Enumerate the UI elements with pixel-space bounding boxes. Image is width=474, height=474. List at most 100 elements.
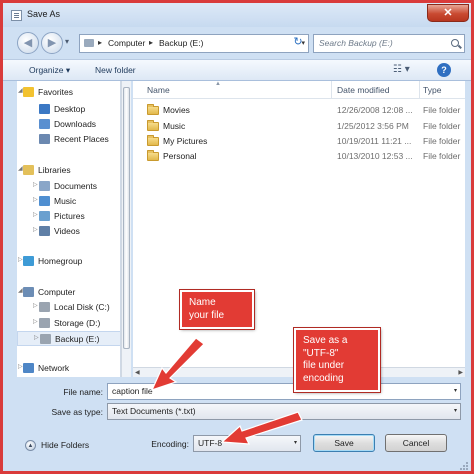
- column-divider[interactable]: [331, 81, 332, 99]
- column-divider[interactable]: [419, 81, 420, 99]
- sidebar-item-label: Downloads: [54, 119, 97, 129]
- sidebar-item-music[interactable]: ▷ Music: [17, 194, 120, 209]
- sidebar-item-documents[interactable]: ▷ Documents: [17, 179, 120, 194]
- sidebar-item-label: Documents: [54, 181, 97, 191]
- navigation-pane-scrollbar[interactable]: [121, 81, 131, 377]
- expander-icon[interactable]: ▷: [33, 181, 38, 188]
- scroll-right-icon[interactable]: ▶: [458, 369, 463, 376]
- command-toolbar: Organize ▾ New folder ☷ ▾ ?: [3, 59, 471, 81]
- sidebar-item-label: Storage (D:): [54, 318, 101, 328]
- storage-drive-icon: [39, 318, 50, 328]
- breadcrumb-separator[interactable]: ▸: [149, 38, 153, 47]
- search-icon[interactable]: [451, 39, 459, 47]
- sidebar-item-videos[interactable]: ▷ Videos: [17, 224, 120, 239]
- sidebar-item-pictures[interactable]: ▷ Pictures: [17, 209, 120, 224]
- breadcrumb-separator[interactable]: ▸: [98, 38, 102, 47]
- sidebar-item-downloads[interactable]: Downloads: [17, 117, 120, 132]
- sidebar-item-favorites[interactable]: ◢ Favorites: [17, 85, 120, 100]
- documents-icon: [39, 181, 50, 191]
- file-name-input[interactable]: caption file ▾: [107, 383, 461, 400]
- expander-icon[interactable]: ▷: [33, 196, 38, 203]
- save-as-type-value: Text Documents (*.txt): [112, 406, 196, 416]
- file-row[interactable]: Movies 12/26/2008 12:08 ... File folder: [133, 103, 465, 118]
- sidebar-item-homegroup[interactable]: ▷ Homegroup: [17, 254, 120, 269]
- sidebar-item-desktop[interactable]: Desktop: [17, 102, 120, 117]
- back-button[interactable]: ◀: [17, 32, 39, 54]
- file-row[interactable]: Personal 10/13/2010 12:53 ... File folde…: [133, 149, 465, 164]
- encoding-dropdown-icon[interactable]: ▾: [294, 439, 297, 446]
- homegroup-icon: [23, 256, 34, 266]
- navigation-bar: ◀ ▶ ▾ ▸ Computer ▸ Backup (E:) ▾ ↻ Searc…: [3, 29, 471, 59]
- sort-ascending-icon: ▲: [215, 81, 221, 87]
- column-header-type[interactable]: Type: [423, 85, 441, 95]
- folder-icon: [147, 120, 159, 131]
- breadcrumb-computer[interactable]: Computer: [108, 38, 145, 48]
- sidebar-item-network[interactable]: ▷ Network: [17, 361, 120, 376]
- file-name: My Pictures: [163, 136, 208, 146]
- column-header-name[interactable]: Name: [147, 85, 170, 95]
- sidebar-item-libraries[interactable]: ◢ Libraries: [17, 163, 120, 178]
- expander-icon[interactable]: ▷: [18, 363, 23, 370]
- refresh-button[interactable]: ↻: [290, 35, 306, 51]
- expander-icon[interactable]: ▷: [33, 302, 38, 309]
- expander-icon[interactable]: ▷: [33, 211, 38, 218]
- search-input[interactable]: Search Backup (E:): [313, 34, 465, 53]
- organize-button[interactable]: Organize ▾: [29, 65, 70, 76]
- expander-icon[interactable]: ▷: [33, 226, 38, 233]
- expander-icon[interactable]: ◢: [18, 165, 23, 172]
- scroll-left-icon[interactable]: ◀: [135, 369, 140, 376]
- file-row[interactable]: My Pictures 10/19/2011 11:21 ... File fo…: [133, 134, 465, 149]
- sidebar-item-storage-d[interactable]: ▷ Storage (D:): [17, 316, 120, 331]
- cancel-button[interactable]: Cancel: [385, 434, 447, 452]
- encoding-value: UTF-8: [198, 438, 223, 448]
- breadcrumb-backup-drive[interactable]: Backup (E:): [159, 38, 203, 48]
- dialog-title: Save As: [27, 9, 61, 19]
- close-button[interactable]: ✕: [427, 4, 469, 22]
- sidebar-item-local-disk-c[interactable]: ▷ Local Disk (C:): [17, 300, 120, 315]
- file-date: 1/25/2012 3:56 PM: [337, 121, 409, 131]
- sidebar-item-backup-e[interactable]: ▷ Backup (E:): [17, 331, 120, 346]
- name-your-file-callout: Name your file: [180, 290, 254, 329]
- backup-drive-icon: [40, 334, 51, 344]
- sidebar-item-label: Network: [38, 363, 70, 373]
- file-type: File folder: [423, 151, 461, 161]
- hide-folders-button[interactable]: ▲ Hide Folders: [25, 439, 105, 453]
- help-icon[interactable]: ?: [437, 63, 451, 77]
- file-row[interactable]: Music 1/25/2012 3:56 PM File folder: [133, 119, 465, 134]
- local-disk-icon: [39, 302, 50, 312]
- save-as-type-select[interactable]: Text Documents (*.txt) ▾: [107, 403, 461, 420]
- scrollbar-thumb[interactable]: [123, 87, 130, 349]
- hide-folders-label: Hide Folders: [41, 440, 90, 450]
- videos-icon: [39, 226, 50, 236]
- navigation-pane: ◢ Favorites Desktop Downloads Recent Places ◢…: [17, 81, 121, 377]
- utf8-encoding-callout: Save as a "UTF-8" file under encoding: [294, 328, 380, 392]
- encoding-select[interactable]: UTF-8 ▾: [193, 435, 301, 452]
- star-icon: [23, 87, 34, 97]
- column-header-date[interactable]: Date modified: [337, 85, 389, 95]
- expander-icon[interactable]: ▷: [18, 256, 23, 263]
- sidebar-item-recent-places[interactable]: Recent Places: [17, 132, 120, 147]
- address-bar[interactable]: ▸ Computer ▸ Backup (E:) ▾: [79, 34, 309, 53]
- expander-icon[interactable]: ▷: [34, 334, 39, 341]
- sidebar-item-computer[interactable]: ◢ Computer: [17, 285, 120, 300]
- resize-grip[interactable]: [459, 461, 469, 471]
- computer-icon: [23, 287, 34, 297]
- file-type: File folder: [423, 121, 461, 131]
- history-dropdown-icon[interactable]: ▾: [65, 37, 69, 46]
- save-as-type-dropdown-icon[interactable]: ▾: [454, 407, 457, 414]
- file-list-header: ▲ Name Date modified Type: [133, 81, 465, 99]
- title-bar: Save As ✕: [3, 3, 471, 27]
- folder-icon: [147, 135, 159, 146]
- change-view-icon[interactable]: ☷ ▾: [393, 64, 410, 75]
- sidebar-item-label: Favorites: [38, 87, 73, 97]
- forward-button[interactable]: ▶: [41, 32, 63, 54]
- new-folder-button[interactable]: New folder: [95, 65, 136, 75]
- save-button[interactable]: Save: [313, 434, 375, 452]
- downloads-icon: [39, 119, 50, 129]
- expander-icon[interactable]: ◢: [18, 287, 23, 294]
- file-date: 12/26/2008 12:08 ...: [337, 105, 413, 115]
- expander-icon[interactable]: ◢: [18, 87, 23, 94]
- desktop-icon: [39, 104, 50, 114]
- file-name-dropdown-icon[interactable]: ▾: [454, 387, 457, 394]
- expander-icon[interactable]: ▷: [33, 318, 38, 325]
